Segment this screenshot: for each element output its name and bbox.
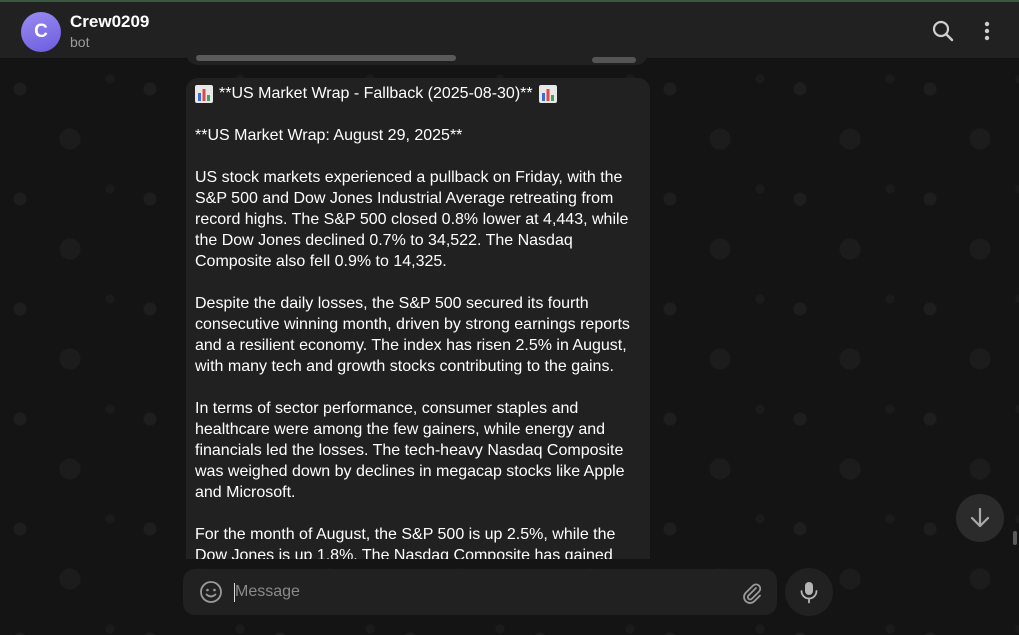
message-text: **US Market Wrap - Fallback (2025-08-30)…: [195, 83, 641, 559]
chat-title[interactable]: Crew0209: [70, 12, 149, 32]
message-paragraph: Despite the daily losses, the S&P 500 se…: [195, 295, 630, 375]
more-vertical-icon: [984, 21, 990, 41]
previous-message-time: [592, 57, 636, 63]
paperclip-icon: [743, 583, 762, 604]
message-bubble[interactable]: **US Market Wrap - Fallback (2025-08-30)…: [186, 78, 650, 559]
search-icon: [932, 20, 954, 42]
message-paragraph: For the month of August, the S&P 500 is …: [195, 526, 616, 559]
message-paragraph: US stock markets experienced a pullback …: [195, 169, 629, 270]
previous-message-bubble[interactable]: [186, 40, 648, 65]
message-title-line: **US Market Wrap - Fallback (2025-08-30)…: [195, 83, 641, 104]
previous-message-text: [196, 55, 456, 61]
arrow-down-icon: [970, 507, 990, 528]
attach-button[interactable]: [739, 580, 765, 606]
message-paragraph: **US Market Wrap: August 29, 2025**: [195, 127, 463, 144]
message-title: **US Market Wrap - Fallback (2025-08-30)…: [219, 85, 533, 102]
message-paragraph: In terms of sector performance, consumer…: [195, 400, 625, 501]
bar-chart-emoji-icon: [538, 84, 557, 103]
scroll-to-bottom-button[interactable]: [956, 494, 1004, 542]
scrollbar-thumb[interactable]: [1013, 531, 1017, 545]
voice-message-button[interactable]: [785, 568, 833, 616]
message-input[interactable]: [235, 577, 725, 607]
bar-chart-emoji-icon: [195, 84, 213, 103]
chat-subtitle: bot: [70, 34, 90, 50]
avatar[interactable]: C: [21, 12, 61, 52]
more-menu-button[interactable]: [972, 16, 1002, 46]
message-composer[interactable]: [183, 569, 777, 615]
smiley-icon: [200, 581, 222, 603]
emoji-button[interactable]: [199, 580, 223, 604]
microphone-icon: [800, 582, 818, 604]
search-button[interactable]: [928, 16, 958, 46]
